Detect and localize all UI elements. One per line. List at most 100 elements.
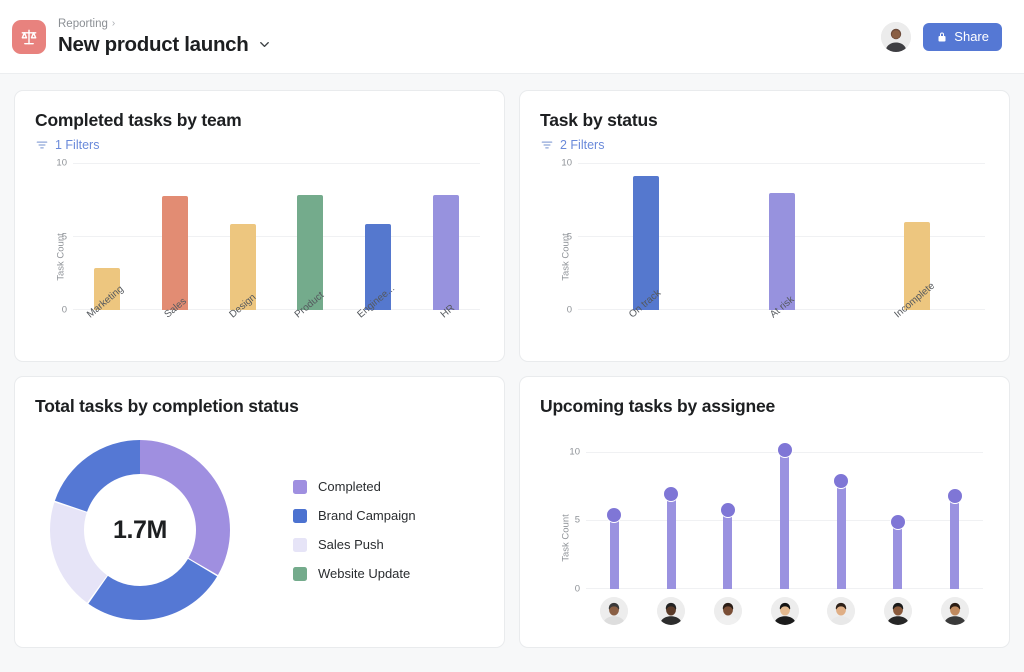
lollipop-stem[interactable] bbox=[946, 488, 963, 589]
share-button-label: Share bbox=[954, 29, 989, 44]
donut-chart[interactable]: 1.7M bbox=[47, 437, 233, 623]
bar-column bbox=[141, 164, 209, 310]
avatar-image bbox=[770, 597, 799, 625]
assignee-avatar[interactable] bbox=[600, 597, 629, 625]
title-row: New product launch bbox=[58, 32, 272, 57]
header-actions: Share bbox=[881, 21, 1002, 52]
bar[interactable] bbox=[433, 194, 460, 310]
avatar-image bbox=[600, 597, 629, 625]
legend-item[interactable]: Brand Campaign bbox=[293, 508, 416, 523]
x-axis-labels: On track At risk Incomplete bbox=[578, 281, 985, 350]
x-label-column: Sales bbox=[141, 296, 209, 350]
x-label-column: HR bbox=[412, 303, 480, 350]
lollipop-dot[interactable] bbox=[663, 485, 680, 502]
y-axis-tick: 0 bbox=[566, 304, 572, 316]
lollipop-dot[interactable] bbox=[719, 501, 736, 518]
bar-column bbox=[209, 164, 277, 310]
avatar-column bbox=[699, 593, 756, 629]
legend-label: Brand Campaign bbox=[318, 508, 416, 523]
assignee-avatar[interactable] bbox=[883, 597, 912, 625]
lollipop-column bbox=[813, 439, 870, 589]
lollipop-column bbox=[926, 439, 983, 589]
donut-slice[interactable] bbox=[140, 440, 230, 575]
bar-column bbox=[412, 164, 480, 310]
filter-icon bbox=[541, 141, 553, 149]
x-label-column: Enginee... bbox=[344, 283, 412, 350]
bar[interactable] bbox=[161, 196, 188, 310]
share-button[interactable]: Share bbox=[923, 22, 1002, 51]
card-title: Total tasks by completion status bbox=[35, 396, 299, 416]
legend-item[interactable]: Completed bbox=[293, 479, 416, 494]
card-completed-tasks-by-team[interactable]: Completed tasks by team 1 Filters Task C… bbox=[14, 90, 505, 362]
bars-container bbox=[73, 164, 480, 310]
x-label-column: Design bbox=[209, 292, 277, 350]
title-block: Reporting › New product launch bbox=[58, 17, 272, 57]
card-upcoming-tasks-by-assignee[interactable]: Upcoming tasks by assignee Task Count 0 5… bbox=[519, 376, 1010, 648]
legend-swatch bbox=[293, 479, 307, 494]
dashboard-grid: Completed tasks by team 1 Filters Task C… bbox=[0, 74, 1024, 664]
y-axis-tick: 10 bbox=[561, 157, 572, 169]
filters-control[interactable]: 1 Filters bbox=[35, 138, 484, 152]
avatar[interactable] bbox=[881, 21, 912, 52]
legend-label: Completed bbox=[318, 479, 381, 494]
y-axis-tick: 10 bbox=[56, 157, 67, 169]
filters-control[interactable]: 2 Filters bbox=[540, 138, 989, 152]
avatar-column bbox=[813, 593, 870, 629]
legend-swatch bbox=[293, 566, 307, 581]
donut-slice[interactable] bbox=[88, 558, 218, 620]
assignee-avatar[interactable] bbox=[657, 597, 686, 625]
avatar-image bbox=[713, 597, 742, 625]
breadcrumb-parent[interactable]: Reporting bbox=[58, 17, 108, 31]
legend-item[interactable]: Website Update bbox=[293, 566, 416, 581]
lollipop-stem[interactable] bbox=[719, 501, 736, 589]
lollipop-dot[interactable] bbox=[889, 514, 906, 531]
y-axis-tick: 0 bbox=[574, 583, 580, 595]
avatar-image bbox=[881, 21, 912, 52]
assignee-avatar[interactable] bbox=[827, 597, 856, 625]
lollipop-column bbox=[756, 439, 813, 589]
lollipop-stem[interactable] bbox=[663, 485, 680, 589]
lollipop-dot[interactable] bbox=[946, 488, 963, 505]
donut-legend: Completed Brand Campaign Sales Push Website… bbox=[293, 479, 416, 581]
filter-icon bbox=[36, 141, 48, 149]
lollipop-dot[interactable] bbox=[776, 441, 793, 458]
page-title: New product launch bbox=[58, 32, 249, 56]
card-total-tasks-by-completion-status[interactable]: Total tasks by completion status 1.7M Co… bbox=[14, 376, 505, 648]
lollipop-dot[interactable] bbox=[606, 507, 623, 524]
lollipop-dot[interactable] bbox=[833, 473, 850, 490]
legend-item[interactable]: Sales Push bbox=[293, 537, 416, 552]
avatar-column bbox=[586, 593, 643, 629]
lock-icon bbox=[938, 32, 946, 41]
y-axis-tick: 5 bbox=[61, 231, 67, 242]
lollipop-stem[interactable] bbox=[833, 473, 850, 589]
lollipop-stem[interactable] bbox=[606, 507, 623, 589]
bar-column bbox=[276, 164, 344, 310]
x-label-column: Incomplete bbox=[849, 281, 985, 350]
lollipop-stem[interactable] bbox=[776, 441, 793, 589]
bar-chart-completed-by-team: Task Count 0 5 10 Marketing Sales Design Prod… bbox=[35, 158, 484, 350]
donut-slice[interactable] bbox=[54, 440, 140, 512]
lollipop-stem[interactable] bbox=[889, 514, 906, 589]
y-axis-tick: 5 bbox=[566, 231, 572, 242]
bar[interactable] bbox=[768, 193, 795, 310]
bar-chart-task-by-status: Task Count 0 5 10 On track At risk Incomplet… bbox=[540, 158, 989, 350]
avatar-column bbox=[643, 593, 700, 629]
bar-column bbox=[73, 164, 141, 310]
assignee-avatar[interactable] bbox=[770, 597, 799, 625]
breadcrumb[interactable]: Reporting › bbox=[58, 17, 272, 31]
donut-svg bbox=[49, 440, 230, 620]
lollipop-column bbox=[586, 439, 643, 589]
card-title: Completed tasks by team bbox=[35, 110, 242, 130]
card-task-by-status[interactable]: Task by status 2 Filters Task Count 0 5 10… bbox=[519, 90, 1010, 362]
plot-area: 0 5 10 bbox=[56, 158, 480, 316]
y-axis-tick: 10 bbox=[569, 446, 580, 458]
chevron-down-icon[interactable] bbox=[257, 37, 272, 52]
assignee-avatar[interactable] bbox=[713, 597, 742, 625]
assignee-avatars bbox=[586, 593, 983, 629]
avatar-image bbox=[940, 597, 969, 625]
plot-area: 0 5 10 bbox=[569, 439, 983, 595]
donut-slice[interactable] bbox=[49, 502, 108, 603]
project-icon[interactable] bbox=[12, 19, 46, 54]
assignee-avatar[interactable] bbox=[940, 597, 969, 625]
lollipop-column bbox=[870, 439, 927, 589]
